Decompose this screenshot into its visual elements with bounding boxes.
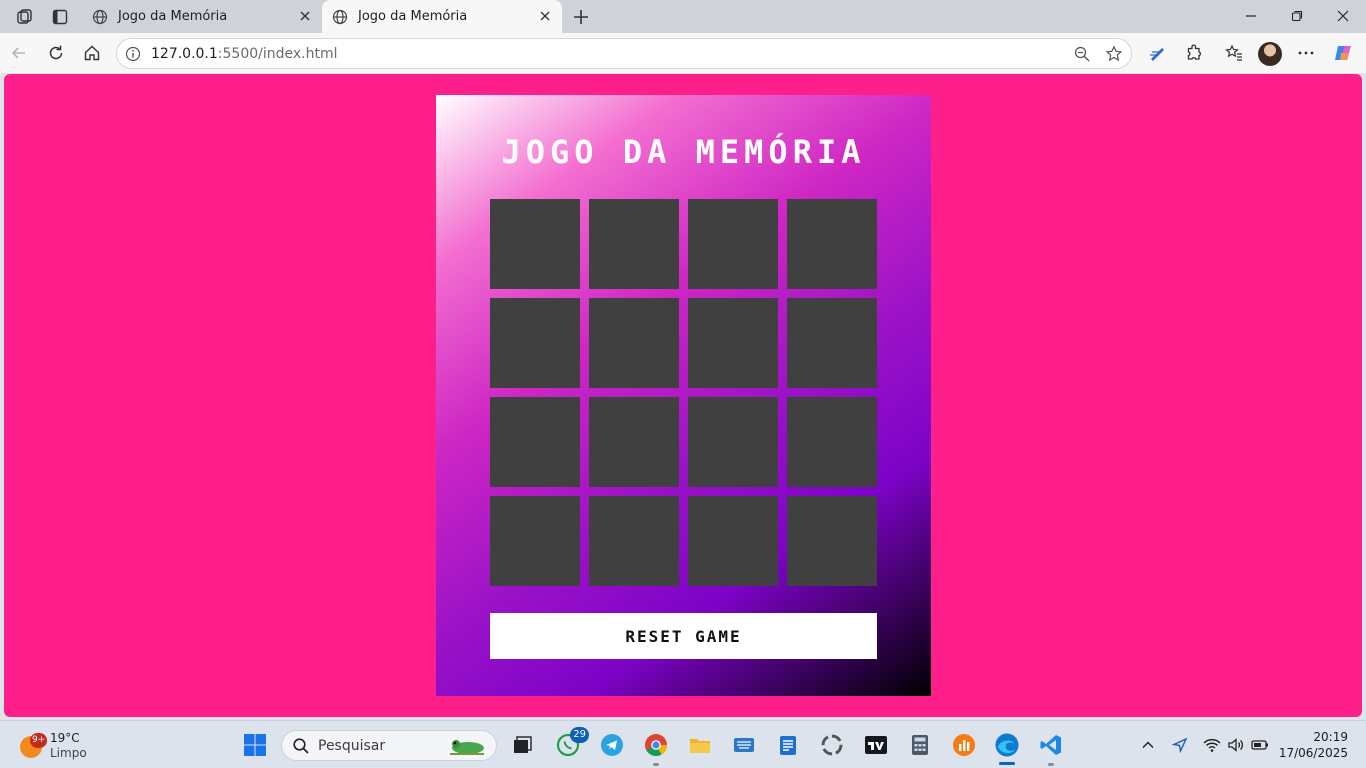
app-swirl-icon[interactable] xyxy=(819,732,845,758)
memory-card[interactable] xyxy=(787,298,877,388)
game-title: JOGO DA MEMÓRIA xyxy=(501,133,866,171)
task-view-icon[interactable] xyxy=(509,732,535,758)
tab-2[interactable]: Jogo da Memória xyxy=(322,0,562,33)
address-toolbar: 127.0.0.1:5500/index.html xyxy=(0,33,1366,73)
extension-pen-icon[interactable] xyxy=(1147,43,1167,63)
memory-card[interactable] xyxy=(787,199,877,289)
location-arrow-icon[interactable] xyxy=(1170,735,1190,755)
weather-widget[interactable]: 9+ 19°C Limpo xyxy=(18,728,128,762)
search-placeholder: Pesquisar xyxy=(318,738,386,754)
telegram-icon[interactable] xyxy=(599,732,625,758)
workspaces-icon[interactable] xyxy=(14,6,36,28)
wifi-icon[interactable] xyxy=(1202,735,1222,755)
running-indicator xyxy=(653,763,659,766)
globe-icon xyxy=(92,9,108,24)
copilot-icon[interactable] xyxy=(1333,43,1353,63)
extensions-icon[interactable] xyxy=(1184,43,1204,63)
page-viewport: JOGO DA MEMÓRIA RESET GAME xyxy=(4,74,1362,717)
tab-1[interactable]: Jogo da Memória xyxy=(82,0,322,33)
site-info-icon[interactable] xyxy=(125,46,141,62)
show-hidden-icons-chevron-icon[interactable] xyxy=(1138,735,1158,755)
chrome-icon[interactable] xyxy=(643,732,669,758)
restore-icon[interactable] xyxy=(1287,6,1307,26)
edge-browser-icon[interactable] xyxy=(994,732,1020,758)
memory-card[interactable] xyxy=(589,199,679,289)
memory-card[interactable] xyxy=(589,298,679,388)
memory-card[interactable] xyxy=(490,298,580,388)
memory-card[interactable] xyxy=(688,298,778,388)
more-menu-icon[interactable] xyxy=(1296,43,1316,63)
taskbar: 9+ 19°C Limpo Pesquisar 29 20:19 17/06/2… xyxy=(0,720,1366,768)
search-icon xyxy=(293,738,309,754)
favorites-icon[interactable] xyxy=(1224,43,1244,63)
file-explorer-icon[interactable] xyxy=(687,732,713,758)
memory-card[interactable] xyxy=(688,199,778,289)
notepad-icon[interactable] xyxy=(775,732,801,758)
tab-title: Jogo da Memória xyxy=(358,9,468,24)
battery-icon[interactable] xyxy=(1250,735,1270,755)
profile-avatar[interactable] xyxy=(1258,42,1282,66)
clock-date: 17/06/2025 xyxy=(1278,746,1348,760)
home-icon[interactable] xyxy=(81,42,103,64)
whatsapp-notification-badge: 29 xyxy=(570,727,589,743)
new-tab-icon[interactable] xyxy=(570,6,592,28)
volume-icon[interactable] xyxy=(1226,735,1246,755)
memory-card[interactable] xyxy=(688,397,778,487)
chart-app-icon[interactable] xyxy=(951,732,977,758)
url-text: 127.0.0.1:5500/index.html xyxy=(151,46,338,62)
memory-game-container: JOGO DA MEMÓRIA RESET GAME xyxy=(436,95,931,696)
reset-game-button[interactable]: RESET GAME xyxy=(490,613,877,659)
system-clock[interactable]: 20:19 17/06/2025 xyxy=(1279,729,1348,761)
calculator-icon[interactable] xyxy=(907,732,933,758)
search-highlight-frog-icon xyxy=(450,740,484,755)
tab-actions-icon[interactable] xyxy=(49,6,71,28)
card-grid xyxy=(490,199,877,586)
tab-bar: Jogo da Memória Jogo da Memória xyxy=(0,0,1366,33)
memory-card[interactable] xyxy=(688,496,778,586)
close-window-icon[interactable] xyxy=(1333,6,1353,26)
weather-badge: 9+ xyxy=(30,733,48,748)
memory-card[interactable] xyxy=(589,397,679,487)
close-icon[interactable] xyxy=(538,9,552,23)
tradingview-icon[interactable] xyxy=(863,732,889,758)
address-bar[interactable]: 127.0.0.1:5500/index.html xyxy=(116,38,1132,69)
memory-card[interactable] xyxy=(589,496,679,586)
favorite-star-icon[interactable] xyxy=(1105,45,1123,63)
keyboard-app-icon[interactable] xyxy=(731,732,757,758)
windows-start-icon[interactable] xyxy=(242,732,268,758)
clock-time: 20:19 xyxy=(1313,730,1348,744)
vscode-icon[interactable] xyxy=(1038,732,1064,758)
memory-card[interactable] xyxy=(490,496,580,586)
close-icon[interactable] xyxy=(298,9,312,23)
running-indicator xyxy=(1048,763,1054,766)
zoom-out-icon[interactable] xyxy=(1073,45,1091,63)
whatsapp-icon[interactable]: 29 xyxy=(555,727,589,758)
taskbar-search[interactable]: Pesquisar xyxy=(281,730,497,761)
memory-card[interactable] xyxy=(490,397,580,487)
active-app-indicator xyxy=(999,762,1015,765)
weather-temperature: 19°C xyxy=(50,731,80,745)
globe-icon xyxy=(332,9,348,24)
minimize-icon[interactable] xyxy=(1241,6,1261,26)
memory-card[interactable] xyxy=(787,496,877,586)
memory-card[interactable] xyxy=(787,397,877,487)
refresh-icon[interactable] xyxy=(45,42,67,64)
tab-title: Jogo da Memória xyxy=(118,9,228,24)
memory-card[interactable] xyxy=(490,199,580,289)
weather-condition: Limpo xyxy=(50,746,87,760)
back-arrow-icon[interactable] xyxy=(8,42,30,64)
